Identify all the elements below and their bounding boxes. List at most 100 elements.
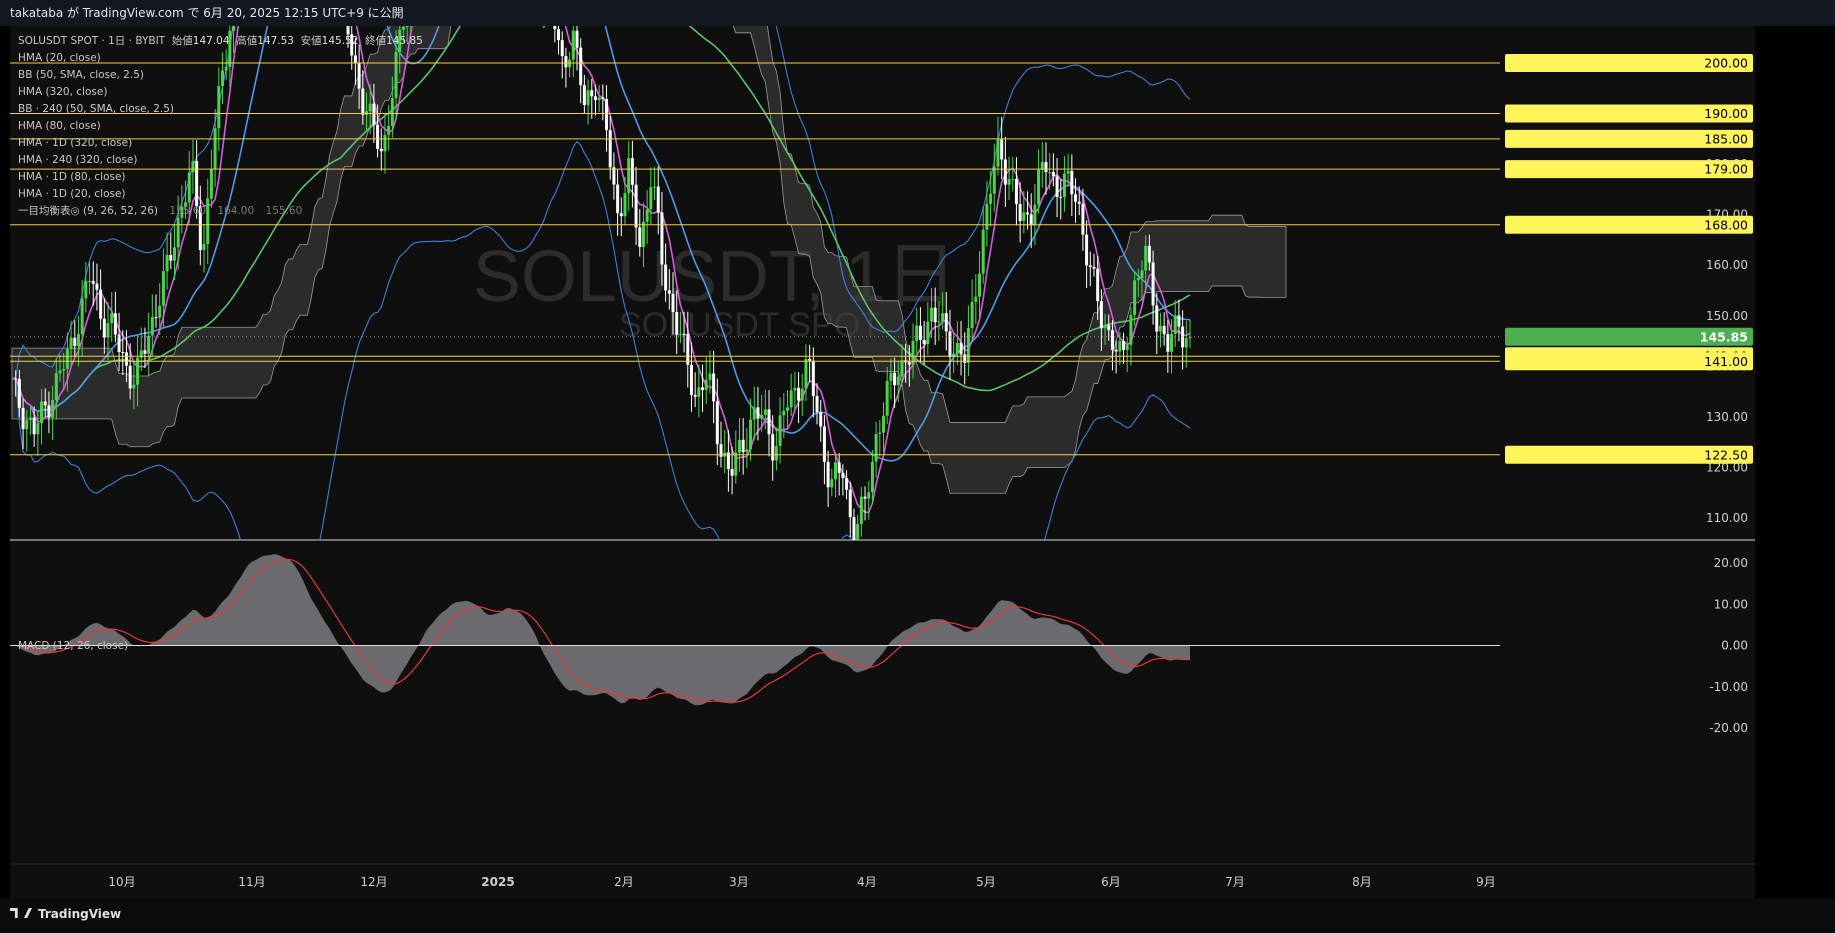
candle-body (870, 461, 874, 493)
candle-body (102, 318, 106, 338)
candle-body (978, 273, 982, 297)
candle-body (833, 462, 837, 480)
macd-pane-label[interactable]: MACD (12, 26, close) (18, 640, 128, 652)
candle-body (708, 373, 712, 380)
candle-body (933, 307, 937, 323)
candle-body (1173, 315, 1177, 334)
candle-body (630, 158, 634, 185)
macd-tick--10.00: -10.00 (1709, 680, 1748, 694)
candle-body (1040, 162, 1044, 170)
candle-body (154, 317, 158, 319)
candle-body (1029, 214, 1033, 226)
candle-body (202, 244, 206, 251)
candle-body (124, 352, 128, 366)
macd-tick-10.00: 10.00 (1714, 597, 1748, 611)
level-tag-text: 179.00 (1704, 162, 1748, 177)
candle-body (712, 373, 716, 402)
candle-body (1066, 170, 1070, 174)
candle-body (1144, 245, 1148, 271)
candle-body (593, 96, 597, 101)
tradingview-logo[interactable]: TradingView (10, 907, 121, 921)
level-tag-185.00: 185.00 (1505, 129, 1753, 148)
candle-body (575, 30, 579, 48)
candle-body (1033, 204, 1037, 226)
level-tag-text: 185.00 (1704, 131, 1748, 146)
time-tick-8月: 8月 (1352, 875, 1372, 889)
candle-body (645, 209, 649, 222)
indicator-ichimoku[interactable]: 一目均衡表◎ (9, 26, 52, 26) 155.60 164.00 155… (18, 203, 423, 220)
candle-body (1070, 170, 1074, 195)
indicator-hma-80[interactable]: HMA (80, close) (18, 118, 423, 135)
candle-body (47, 405, 51, 418)
symbol-ohlc-row[interactable]: SOLUSDT SPOT · 1日 · BYBIT 始値147.04 高値147… (18, 33, 423, 50)
indicator-hma-20[interactable]: HMA (20, close) (18, 50, 423, 67)
candle-body (88, 280, 92, 282)
ichimoku-value-3: 155.60 (265, 205, 303, 217)
candle-body (900, 360, 904, 377)
candle-body (1114, 349, 1118, 352)
indicator-hma-1d-320[interactable]: HMA · 1D (320, close) (18, 135, 423, 152)
indicator-hma-1d-20[interactable]: HMA · 1D (20, close) (18, 186, 423, 203)
candle-body (17, 378, 21, 408)
candle-body (804, 358, 808, 389)
candle-body (686, 333, 690, 365)
candle-body (734, 452, 738, 476)
candle-body (841, 472, 845, 479)
candle-body (1026, 212, 1030, 215)
candle-body (641, 221, 645, 247)
candle-body (852, 517, 856, 540)
low-value: 145.52 (321, 35, 359, 47)
indicator-hma-1d-80[interactable]: HMA · 1D (80, close) (18, 169, 423, 186)
candle-body (856, 523, 860, 540)
time-tick-9月: 9月 (1476, 875, 1496, 889)
current-price-tag-text: 145.85 (1700, 329, 1748, 344)
candle-body (553, 26, 557, 30)
publish-info-bar: takataba が TradingView.com で 6月 20, 2025… (0, 0, 1835, 26)
level-tag-141.00: 141.00 (1505, 352, 1753, 371)
candle-body (14, 378, 18, 380)
candle-body (653, 186, 657, 188)
candle-body (815, 395, 819, 413)
candle-body (1048, 172, 1052, 174)
candle-body (586, 90, 590, 105)
publish-info-text: takataba が TradingView.com で 6月 20, 2025… (10, 6, 404, 20)
candle-body (826, 461, 830, 488)
candle-body (948, 331, 952, 358)
candle-body (91, 280, 95, 284)
candle-body (667, 290, 671, 294)
candle-body (113, 313, 117, 335)
candle-body (1074, 194, 1078, 202)
candle-body (69, 337, 73, 350)
candle-body (989, 193, 993, 204)
candle-body (922, 339, 926, 345)
candle-body (1092, 266, 1096, 269)
candle-body (808, 358, 812, 361)
time-tick-12月: 12月 (360, 875, 387, 889)
candle-body (1062, 173, 1066, 198)
ichimoku-label: 一目均衡表◎ (9, 26, 52, 26) (18, 205, 158, 217)
candle-body (715, 401, 719, 445)
candle-body (671, 293, 675, 313)
indicator-hma-240-320[interactable]: HMA · 240 (320, close) (18, 152, 423, 169)
candle-body (1088, 265, 1092, 267)
candle-body (752, 407, 756, 420)
candle-body (1000, 139, 1004, 160)
candle-body (638, 227, 642, 247)
candle-body (76, 334, 80, 347)
indicator-bb-50[interactable]: BB (50, SMA, close, 2.5) (18, 67, 423, 84)
level-tag-122.50: 122.50 (1505, 445, 1753, 464)
close-value: 145.85 (386, 35, 423, 47)
candle-body (749, 419, 753, 450)
candle-body (822, 426, 826, 462)
candle-body (767, 409, 771, 435)
candle-body (682, 333, 686, 335)
indicator-bb-240[interactable]: BB · 240 (50, SMA, close, 2.5) (18, 101, 423, 118)
indicator-hma-320[interactable]: HMA (320, close) (18, 84, 423, 101)
candle-body (915, 325, 919, 341)
macd-tick--20.00: -20.00 (1709, 721, 1748, 735)
candle-body (21, 407, 25, 430)
candle-body (1055, 176, 1059, 197)
time-tick-11月: 11月 (238, 875, 265, 889)
candle-body (601, 97, 605, 100)
candle-body (649, 187, 653, 210)
